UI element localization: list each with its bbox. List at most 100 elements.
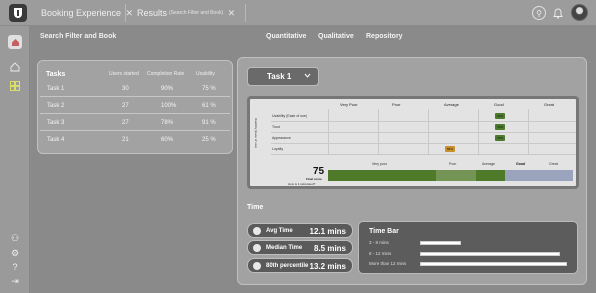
tab-label: Results xyxy=(137,8,168,18)
task-name: Task 3 xyxy=(47,120,65,126)
matrix-row-label: Usability (Ease of use) xyxy=(272,114,308,118)
matrix-row: Loyalty 55% xyxy=(271,144,576,155)
column-header: Users started xyxy=(109,71,139,77)
tab-sublabel: (Search Filter and Book) xyxy=(169,10,224,16)
percentile-stat: 80th percentile 13.2 mins xyxy=(247,258,353,273)
matrix-row-label: Trust xyxy=(272,125,280,129)
table-row[interactable]: Task 2 27 100% 61 % xyxy=(40,97,230,114)
scale-label: Average xyxy=(482,162,495,166)
grid-icon[interactable] xyxy=(9,80,21,92)
time-bar xyxy=(420,262,567,266)
users-started: 21 xyxy=(122,137,129,143)
close-icon[interactable]: ✕ xyxy=(228,8,236,19)
completion-rate: 60% xyxy=(161,137,174,143)
tasks-title: Tasks xyxy=(46,71,66,78)
scale-label: Very poor xyxy=(372,162,387,166)
tab-quantitative[interactable]: Quantitative xyxy=(266,33,306,40)
matrix-row: Trust 76% xyxy=(271,122,576,133)
time-bar-title: Time Bar xyxy=(369,228,399,235)
matrix-side-label: Usability (Ease of use) xyxy=(254,117,259,149)
tab-repository[interactable]: Repository xyxy=(366,33,403,40)
final-score: 75 xyxy=(313,166,325,177)
score-calculation-link[interactable]: How is it calculated? xyxy=(288,182,315,186)
matrix-column-header: Average xyxy=(444,102,459,107)
completion-rate: 90% xyxy=(161,86,174,92)
usability: 61 % xyxy=(202,103,216,109)
stat-dot-icon xyxy=(253,262,261,270)
top-bar: Booking Experience ✕ Results (Search Fil… xyxy=(0,0,596,26)
home-app-icon[interactable] xyxy=(8,35,22,49)
scale-label: Poor xyxy=(449,162,457,166)
sidebar: ⚇ ⚙ ? ⇥ xyxy=(0,26,30,293)
task-name: Task 2 xyxy=(47,103,65,109)
stat-value: 12.1 mins xyxy=(309,227,346,236)
tab-divider xyxy=(125,4,126,22)
column-header: Completion Rate xyxy=(147,71,185,77)
score-bar-highlight xyxy=(436,170,476,181)
scale-label: Good xyxy=(516,162,526,166)
page-title: Search Filter and Book xyxy=(40,33,117,40)
tab-booking-experience[interactable]: Booking Experience ✕ xyxy=(41,0,133,26)
time-title: Time xyxy=(247,204,264,211)
accessibility-icon[interactable]: ⚇ xyxy=(9,232,21,244)
logout-icon[interactable]: ⇥ xyxy=(9,275,21,287)
table-row[interactable]: Task 3 27 78% 91 % xyxy=(40,114,230,131)
matrix-row: Appearance 76% xyxy=(271,133,576,144)
users-started: 27 xyxy=(122,103,129,109)
completion-rate: 78% xyxy=(161,120,174,126)
avatar[interactable] xyxy=(571,4,588,21)
table-row[interactable]: Task 1 30 90% 75 % xyxy=(40,80,230,97)
tab-results[interactable]: Results (Search Filter and Book) ✕ xyxy=(137,0,235,26)
task-select-value: Task 1 xyxy=(267,72,292,81)
home-icon[interactable] xyxy=(9,61,21,73)
avg-time-stat: Avg Time 12.1 mins xyxy=(247,223,353,238)
score-bar-remaining xyxy=(505,170,573,181)
stat-dot-icon xyxy=(253,244,261,252)
score-badge: 76% xyxy=(495,124,505,130)
task-name: Task 4 xyxy=(47,137,65,143)
task-name: Task 1 xyxy=(47,86,65,92)
score-bar-filled xyxy=(328,170,505,181)
scale-label: Great xyxy=(549,162,558,166)
time-bar-label: 8 - 12 mins xyxy=(369,251,392,256)
bell-icon[interactable] xyxy=(551,6,565,20)
median-time-stat: Median Time 8.5 mins xyxy=(247,240,353,255)
app-logo[interactable] xyxy=(9,4,27,22)
time-bar xyxy=(420,241,461,245)
close-icon[interactable]: ✕ xyxy=(126,8,134,19)
tab-qualitative[interactable]: Qualitative xyxy=(318,33,354,40)
usability: 75 % xyxy=(202,86,216,92)
stat-value: 8.5 mins xyxy=(313,244,346,253)
stat-label: Median Time xyxy=(266,245,303,251)
stat-dot-icon xyxy=(253,227,261,235)
translate-icon[interactable]: ⚲ xyxy=(532,6,546,20)
chevron-down-icon xyxy=(304,72,311,81)
table-row[interactable]: Task 4 21 60% 25 % xyxy=(40,131,230,148)
users-started: 30 xyxy=(122,86,129,92)
task-select[interactable]: Task 1 xyxy=(247,67,319,86)
matrix-column-header: Very Poor xyxy=(340,102,358,107)
stat-value: 13.2 mins xyxy=(309,262,346,271)
completion-rate: 100% xyxy=(161,103,177,109)
stat-label: Avg Time xyxy=(266,228,293,234)
help-icon[interactable]: ? xyxy=(9,261,21,273)
matrix-column-header: Great xyxy=(544,102,555,107)
settings-icon[interactable]: ⚙ xyxy=(9,247,21,259)
usability: 91 % xyxy=(202,120,216,126)
time-bar xyxy=(420,252,560,256)
score-badge: 76% xyxy=(495,113,505,119)
matrix-column-header: Good xyxy=(494,102,504,107)
time-bar-label: 3 - 8 mins xyxy=(369,240,389,245)
time-bar-label: More than 12 mins xyxy=(369,261,407,266)
stat-label: 80th percentile xyxy=(266,263,309,269)
score-badge: 55% xyxy=(445,146,455,152)
users-started: 27 xyxy=(122,120,129,126)
matrix-row: Usability (Ease of use) 76% xyxy=(271,111,576,122)
column-header: Usability xyxy=(196,71,215,77)
matrix-row-label: Appearance xyxy=(272,136,291,140)
time-bar-panel: Time Bar 3 - 8 mins 8 - 12 mins More tha… xyxy=(358,221,578,274)
final-score-caption: Final score xyxy=(306,177,322,181)
matrix-row-label: Loyalty xyxy=(272,147,284,151)
score-badge: 76% xyxy=(495,135,505,141)
tab-divider xyxy=(245,4,246,22)
